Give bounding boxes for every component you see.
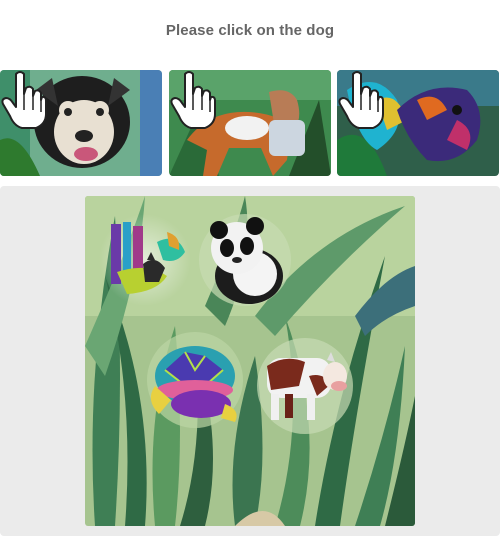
animal-turtle[interactable] [145,330,245,430]
animal-abstract-cat[interactable] [97,212,193,308]
challenge-image[interactable] [85,196,415,526]
example-dog-1 [0,70,162,176]
pointer-hand-icon [170,71,216,129]
animal-panda[interactable] [197,212,293,308]
pointer-hand-icon [1,71,47,129]
example-images-row [0,70,500,176]
challenge-panel [0,186,500,536]
example-dog-2 [169,70,331,176]
animal-cow[interactable] [255,336,355,436]
pointer-hand-icon [338,71,384,129]
captcha-prompt: Please click on the dog [165,22,335,39]
example-dog-3 [337,70,499,176]
